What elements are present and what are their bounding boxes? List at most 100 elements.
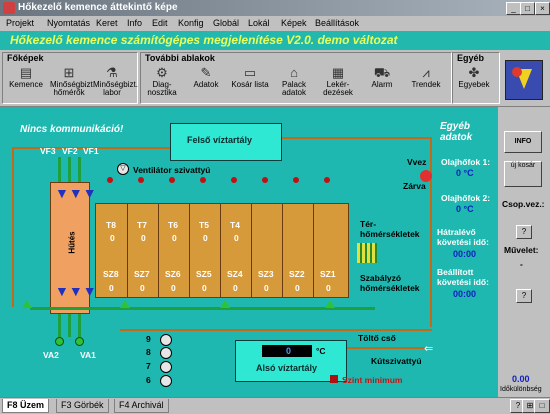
toolbar-palack-button[interactable]: ⌂ Palack adatok (275, 62, 313, 102)
operation-value: - (520, 259, 523, 269)
thermometer-icon: ⊞ (63, 65, 75, 80)
other-data-title: Egyéb adatok (440, 121, 473, 143)
menu-kepek[interactable]: Képek (281, 18, 307, 28)
no-communication-text: Nincs kommunikáció! (20, 124, 124, 135)
va1-valve[interactable] (75, 337, 84, 346)
side-panel: INFO új kosár Csop.vez.: ? Művelet: - ? … (498, 107, 550, 397)
window-title: Hőkezelő kemence áttekintő képe (18, 2, 178, 13)
pipe-top-right (280, 137, 430, 139)
oil-temp-2-label: Olajhőfok 2: (441, 193, 491, 203)
info-button[interactable]: INFO (504, 131, 542, 153)
app-title: Hőkezelő kemence számítógépes megjelenít… (10, 33, 398, 47)
sz1-label: SZ1 (320, 269, 336, 279)
query-icon: ▦ (331, 65, 345, 80)
lab-icon: ⚗ (106, 65, 118, 80)
min-level-label: Szint minimum (342, 375, 403, 385)
valve-in-label: Vvez (407, 157, 427, 167)
pipe-right-vert (430, 137, 432, 327)
menu-edit[interactable]: Edit (152, 18, 168, 28)
fan-label: Ventilátor szivattyú (133, 165, 211, 175)
va2-valve[interactable] (55, 337, 64, 346)
maximize-button[interactable]: □ (520, 2, 535, 15)
new-basket-button[interactable]: új kosár (504, 161, 542, 187)
ext-pump-label: Kútszivattyú (371, 356, 422, 366)
window-title-bar: Hőkezelő kemence áttekintő képe _ □ × (0, 0, 550, 16)
close-button[interactable]: × (535, 2, 550, 15)
menu-projekt[interactable]: Projekt (6, 18, 34, 28)
toolbar-kemence-button[interactable]: ▤ Kemence (7, 62, 45, 102)
tab-gorbek[interactable]: F3 Görbék (56, 399, 109, 413)
pump-9-icon[interactable] (160, 334, 172, 346)
diagnostics-icon: ⚙ (156, 65, 168, 80)
alarm-icon: ⛟ (373, 65, 391, 80)
toolbar: Főképek További ablakok Egyéb ▤ Kemence … (0, 50, 550, 107)
process-view: Nincs kommunikáció! Felső víztartály VF3… (0, 107, 550, 397)
tab-archival[interactable]: F4 Archivál (114, 399, 169, 413)
toolbar-alarm-button[interactable]: ⛟ Alarm (363, 62, 401, 102)
lower-tank-temp-unit: °C (316, 346, 326, 356)
room-temps-label: Tér-hőmérsékletek (360, 219, 420, 239)
info-button-label: INFO (514, 138, 532, 145)
menu-konfig[interactable]: Konfig (178, 18, 204, 28)
app-icon (3, 2, 15, 14)
vf2-label: VF2 (62, 146, 78, 156)
menu-info[interactable]: Info (127, 18, 142, 28)
toolbar-lekerdezes-button[interactable]: ▦ Lekér-dezések (319, 62, 357, 102)
set-time-value: 00:00 (453, 289, 477, 299)
vf1-label: VF1 (83, 146, 99, 156)
oil-temp-1-label: Olajhőfok 1: (441, 157, 491, 167)
control-temps-label: Szabályzó hőmérsékletek (360, 273, 420, 293)
pump-6-label: 6 (146, 375, 151, 385)
valve-closed-label: Zárva (403, 181, 426, 191)
rail-support-2 (120, 300, 130, 308)
pump-8-icon[interactable] (160, 347, 172, 359)
upper-water-tank: Felső víztartály (170, 123, 282, 161)
menu-nyomtatas[interactable]: Nyomtatás (47, 18, 90, 28)
sz2-value: 0 (295, 283, 300, 293)
remaining-time-value: 00:00 (453, 249, 477, 259)
sz6-label: SZ6 (165, 269, 181, 279)
toolbar-egyebek-button[interactable]: ✤ Egyebek (455, 62, 493, 102)
pump-9-label: 9 (146, 334, 151, 344)
toolbar-minoseg-labor-button[interactable]: ⚗ Minőségbizt. labor (93, 62, 138, 102)
t5-value: 0 (203, 233, 208, 243)
nozzle-icon-bottom: ▼▼▼ (55, 283, 97, 299)
toolbar-diagnosztika-button[interactable]: ⚙ Diag-nosztika (143, 62, 181, 102)
group-leader-label: Csop.vez.: (502, 199, 545, 209)
toolbar-minoseg-homerok-button[interactable]: ⊞ Minőségbizt. hőmérők (50, 62, 95, 102)
pump-7-icon[interactable] (160, 361, 172, 373)
cooling-label: Hűtés (67, 231, 77, 254)
toolbar-trendek-button[interactable]: ⩘ Trendek (407, 62, 445, 102)
toolbar-adatok-button[interactable]: ✎ Adatok (187, 62, 225, 102)
sz7-value: 0 (140, 283, 145, 293)
sz1-value: 0 (326, 283, 331, 293)
fan-icon[interactable]: ▽ (117, 163, 129, 175)
nozzle-icon-top: ▼▼▼ (55, 185, 97, 201)
group-leader-help-button[interactable]: ? (516, 225, 532, 239)
pump-6-icon[interactable] (160, 375, 172, 387)
menu-keret[interactable]: Keret (96, 18, 118, 28)
t5-label: T5 (199, 220, 209, 230)
operation-help-button[interactable]: ? (516, 289, 532, 303)
app-title-banner: Hőkezelő kemence számítógépes megjelenít… (0, 31, 550, 50)
menu-global[interactable]: Globál (213, 18, 239, 28)
pipe-bottom (120, 329, 432, 331)
tab-bar: F8 Üzem F3 Görbék F4 Archivál ? ⊞ □ (0, 397, 550, 414)
menu-beallitasok[interactable]: Beállítások (315, 18, 359, 28)
basket-icon: ▭ (243, 65, 257, 80)
new-basket-label: új kosár (510, 162, 536, 169)
t4-label: T4 (230, 220, 240, 230)
toolbar-kosar-button[interactable]: ▭ Kosár lista (231, 62, 269, 102)
sz4-label: SZ4 (227, 269, 243, 279)
pump-8-label: 8 (146, 347, 151, 357)
oil-temp-2-value: 0 °C (456, 204, 474, 214)
trend-icon: ⩘ (422, 65, 430, 80)
menu-lokal[interactable]: Lokál (248, 18, 270, 28)
sz8-label: SZ8 (103, 269, 119, 279)
minimize-button[interactable]: _ (506, 2, 521, 15)
tab-uzem[interactable]: F8 Üzem (2, 399, 50, 413)
temp-grid-icon (357, 243, 377, 263)
window-button[interactable]: □ (534, 399, 550, 413)
sz5-value: 0 (202, 283, 207, 293)
sz6-value: 0 (171, 283, 176, 293)
